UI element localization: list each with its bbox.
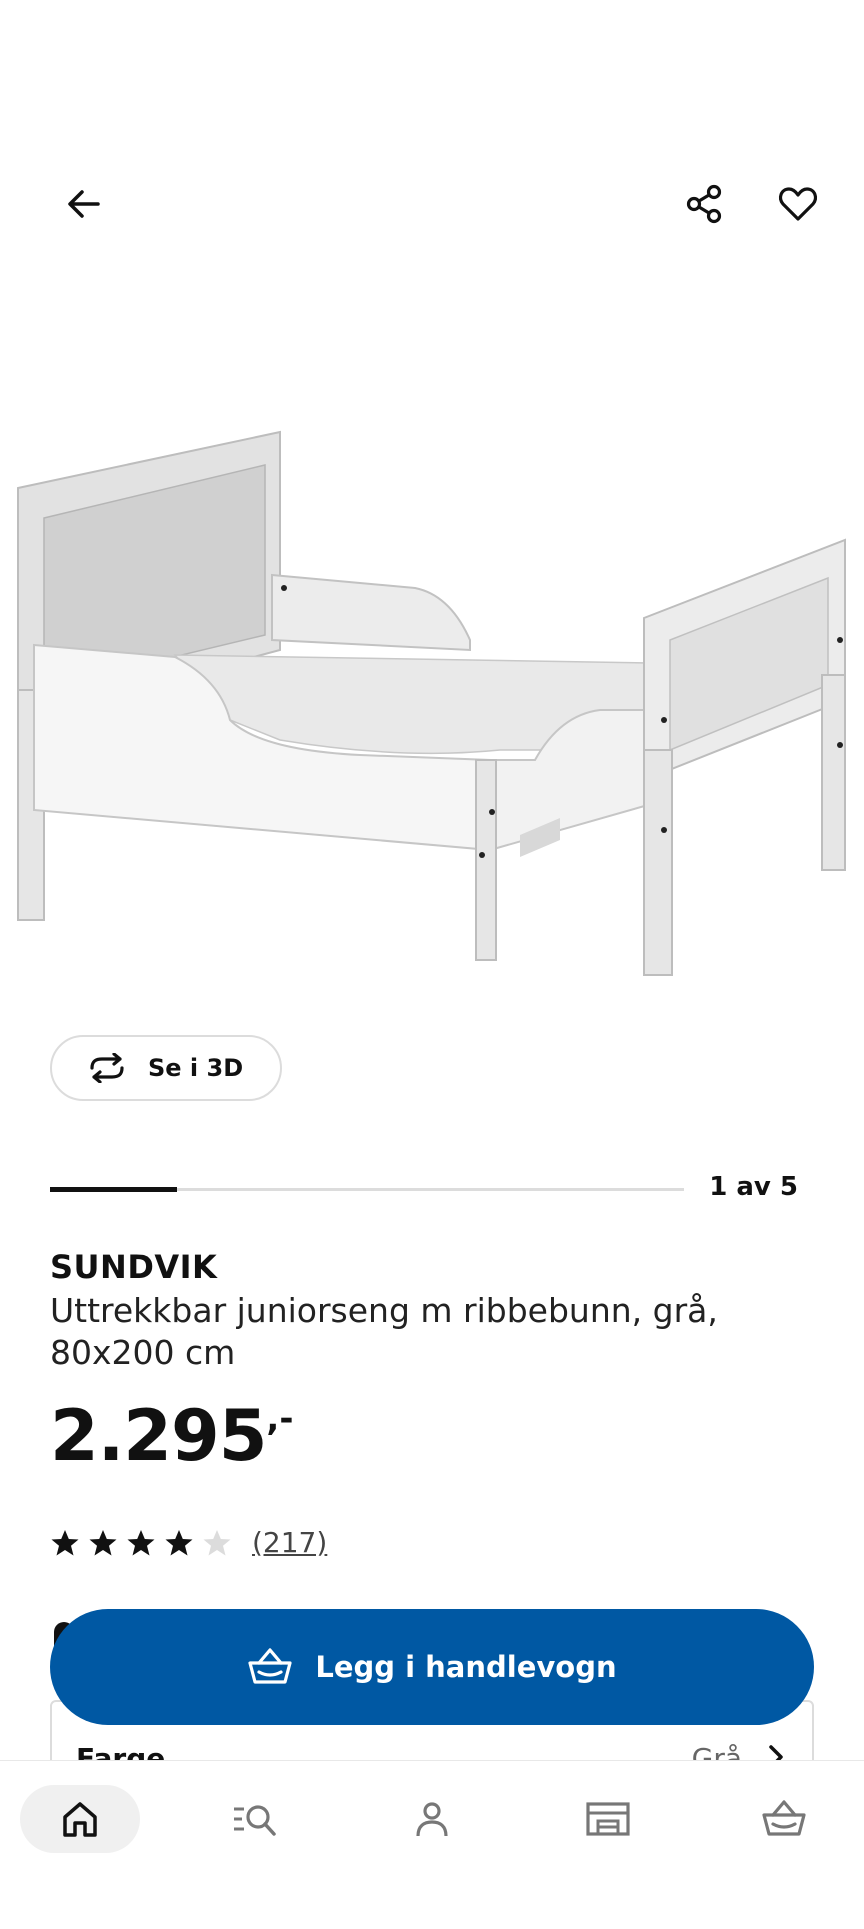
nav-cart[interactable] — [724, 1785, 844, 1853]
share-icon — [686, 184, 722, 224]
star-filled-icon — [51, 1529, 79, 1555]
product-rating[interactable]: (217) — [50, 1526, 327, 1559]
view-3d-label: Se i 3D — [148, 1054, 244, 1082]
star-filled-icon — [127, 1529, 155, 1555]
rotate-3d-icon — [90, 1053, 124, 1083]
favorite-button[interactable] — [766, 172, 830, 236]
product-image — [17, 430, 846, 976]
nav-home[interactable] — [20, 1785, 140, 1853]
gallery-position-label: 1 av 5 — [709, 1172, 798, 1202]
basket-icon — [248, 1648, 292, 1684]
gallery-progress-fill — [50, 1187, 177, 1192]
product-description: Uttrekkbar juniorseng m ribbebunn, grå, … — [50, 1291, 718, 1372]
star-empty-icon — [203, 1529, 231, 1555]
review-count-link[interactable]: (217) — [252, 1526, 327, 1559]
price-amount: 2.295 — [50, 1395, 267, 1477]
gallery-progress — [50, 1187, 684, 1192]
bottom-navigation — [0, 1760, 864, 1929]
arrow-left-icon — [68, 190, 100, 218]
nav-stores[interactable] — [548, 1785, 668, 1853]
nav-profile[interactable] — [372, 1785, 492, 1853]
add-to-cart-button[interactable]: Legg i handlevogn — [50, 1609, 814, 1725]
price-suffix: ,- — [266, 1399, 294, 1439]
star-filled-icon — [165, 1529, 193, 1555]
search-list-icon — [234, 1805, 276, 1836]
view-3d-button[interactable]: Se i 3D — [50, 1035, 282, 1101]
share-button[interactable] — [672, 172, 736, 236]
home-icon — [63, 1802, 97, 1837]
rating-stars — [50, 1528, 232, 1558]
add-to-cart-label: Legg i handlevogn — [315, 1650, 617, 1684]
product-brand: SUNDVIK — [50, 1248, 218, 1286]
back-button[interactable] — [52, 172, 116, 236]
person-icon — [416, 1802, 448, 1837]
star-filled-icon — [89, 1529, 117, 1555]
basket-icon — [762, 1800, 806, 1836]
store-icon — [586, 1802, 630, 1836]
product-price: 2.295,- — [50, 1395, 293, 1477]
nav-search[interactable] — [196, 1785, 316, 1853]
heart-icon — [778, 187, 818, 221]
